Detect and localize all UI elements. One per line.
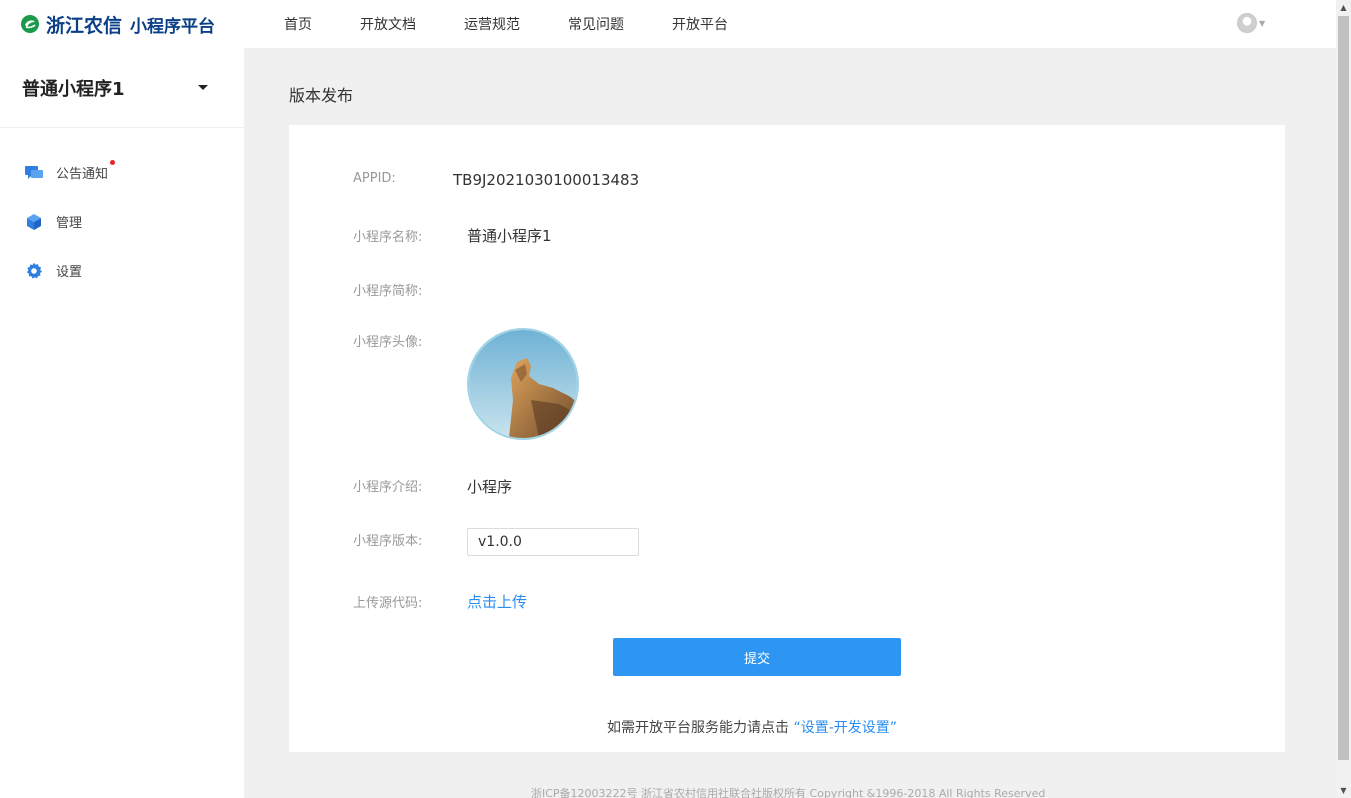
avatar-label: 小程序头像: [353, 335, 423, 350]
app-switcher[interactable]: 普通小程序1 [0, 48, 244, 128]
intro-label: 小程序介绍: [353, 480, 423, 495]
brand-subtitle: 小程序平台 [130, 16, 216, 37]
page-title: 版本发布 [289, 86, 354, 105]
caret-down-icon [198, 85, 208, 90]
user-avatar[interactable] [1237, 13, 1257, 33]
sidebar-item-settings[interactable]: 设置 [0, 246, 244, 295]
cube-icon [24, 212, 44, 232]
footer-copyright: 浙ICP备12003222号 浙江省农村信用社联合社版权所有 Copyright… [531, 787, 1046, 798]
sidebar-item-notices-label: 公告通知 [56, 167, 109, 182]
app-name-label: 小程序名称: [353, 230, 423, 245]
nav-item-open-platform[interactable]: 开放平台 [672, 14, 728, 34]
vertical-scrollbar[interactable]: ▲ ▼ [1336, 0, 1351, 798]
appid-value: TB9J2021030100013483 [453, 171, 640, 189]
sidebar-item-notices[interactable]: 公告通知 [0, 148, 244, 197]
brand-name: 浙江农信 [46, 14, 123, 37]
chevron-down-icon: ▼ [1259, 18, 1266, 28]
release-form-card: APPID: TB9J2021030100013483 小程序名称: 普通小程序… [289, 125, 1285, 752]
scrollbar-thumb[interactable] [1338, 16, 1349, 760]
appid-label: APPID: [353, 171, 396, 186]
submit-button[interactable]: 提交 [613, 638, 901, 676]
brand-logo[interactable]: 浙江农信 小程序平台 [20, 11, 270, 38]
app-name: 普通小程序1 [22, 78, 125, 100]
dev-settings-link[interactable]: “设置-开发设置” [793, 720, 897, 736]
nav-item-docs[interactable]: 开放文档 [360, 14, 416, 34]
nav-item-home[interactable]: 首页 [284, 14, 312, 34]
upload-source-link[interactable]: 点击上传 [467, 591, 527, 612]
nav-item-rules[interactable]: 运营规范 [464, 14, 520, 34]
upload-label: 上传源代码: [353, 596, 423, 611]
chat-bubble-icon [24, 163, 44, 183]
gear-icon [24, 261, 44, 281]
dev-settings-hint: 如需开放平台服务能力请点击 “设置-开发设置” [607, 717, 897, 737]
user-menu[interactable]: ▼ [1237, 13, 1265, 33]
sidebar-menu: 公告通知 管理 设置 [0, 128, 244, 295]
app-avatar-image [467, 328, 579, 440]
nav-item-faq[interactable]: 常见问题 [568, 14, 624, 34]
version-label: 小程序版本: [353, 534, 423, 549]
app-name-value: 普通小程序1 [467, 227, 552, 245]
scroll-up-icon[interactable]: ▲ [1336, 0, 1351, 15]
leaf-logo-icon [21, 15, 39, 33]
hint-text: 如需开放平台服务能力请点击 [607, 720, 794, 736]
intro-value: 小程序 [467, 478, 513, 496]
sidebar-item-label: 设置 [56, 265, 83, 280]
short-name-label: 小程序简称: [353, 284, 423, 299]
sidebar: 普通小程序1 公告通知 管理 设置 [0, 48, 244, 798]
main-nav: 首页 开放文档 运营规范 常见问题 开放平台 [284, 14, 776, 34]
unread-dot [110, 160, 116, 165]
scroll-down-icon[interactable]: ▼ [1336, 783, 1351, 798]
version-input[interactable] [467, 528, 639, 556]
sidebar-item-label: 管理 [56, 216, 83, 231]
sidebar-item-label: 公告通知 [56, 160, 116, 182]
top-navbar: 浙江农信 小程序平台 首页 开放文档 运营规范 常见问题 开放平台 ▼ [0, 0, 1336, 48]
sidebar-item-manage[interactable]: 管理 [0, 197, 244, 246]
